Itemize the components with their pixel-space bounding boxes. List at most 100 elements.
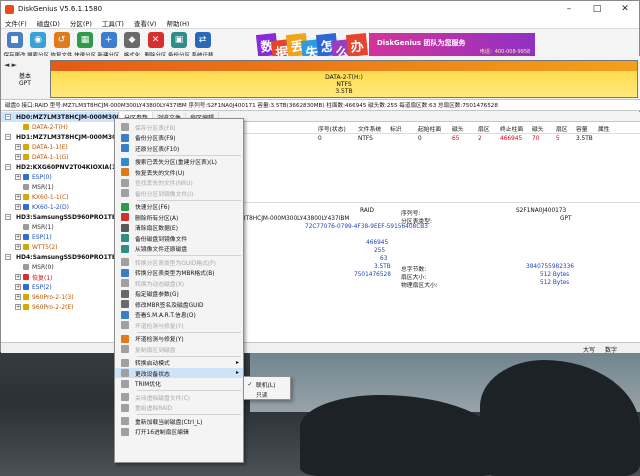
menu-item[interactable]: 工具(T) <box>102 18 124 28</box>
menu-item: 重组虚拟RAID <box>115 403 243 413</box>
menu-item[interactable]: TRIM优化 <box>115 379 243 389</box>
tree-partition[interactable]: DATA-2-T(H) <box>1 122 118 132</box>
tree-partition[interactable]: MSR(1) <box>1 182 118 192</box>
menu-item[interactable]: 文件(F) <box>5 18 27 28</box>
tree-partition[interactable]: + ESP(0) <box>1 172 118 182</box>
column-header[interactable]: 磁头 <box>532 124 544 133</box>
submenu-item[interactable]: 只读 <box>244 389 290 399</box>
tree-partition[interactable]: + KX60-1-2(D) <box>1 202 118 212</box>
menu-item[interactable]: 恢复丢失的文件(U) <box>115 167 243 177</box>
tree-partition[interactable]: + ESP(2) <box>1 282 118 292</box>
tree-partition[interactable]: + 恢复(1) <box>1 272 118 282</box>
collapse-icon[interactable]: − <box>5 114 11 120</box>
expand-icon[interactable]: + <box>15 284 21 290</box>
tree-disk[interactable]: −HD1:MZ7LM3T8HCJM-000M300LY43800LY437IBM… <box>1 132 118 142</box>
expand-icon[interactable]: + <box>15 244 21 250</box>
table-cell: 70 <box>532 136 540 142</box>
minimize-button[interactable]: – <box>555 4 583 14</box>
toolbar-button-4[interactable]: ▦快速分区 <box>74 32 97 59</box>
tree-partition[interactable]: MSR(1) <box>1 222 118 232</box>
maximize-button[interactable]: □ <box>583 4 611 14</box>
menu-item[interactable]: 删除所有分区(A) <box>115 212 243 222</box>
tree-partition[interactable]: + ESP(1) <box>1 232 118 242</box>
menu-item[interactable]: 搜索已丢失分区(重建分区表)(L) <box>115 157 243 167</box>
column-header[interactable]: 扇区 <box>478 124 490 133</box>
menu-item-label: 从镜像文件还原磁盘 <box>135 247 188 253</box>
collapse-icon[interactable]: − <box>5 164 11 170</box>
submenu-item[interactable]: ✓ 联机(L) <box>244 379 290 389</box>
tree-partition[interactable]: MSR(0) <box>1 262 118 272</box>
column-header[interactable]: 扇区 <box>556 124 568 133</box>
menu-item[interactable]: 转换启动模式 ▸ <box>115 358 243 368</box>
menu-item[interactable]: 查看S.M.A.R.T.信息(O) <box>115 310 243 320</box>
tree-disk[interactable]: −HD4:SamsungSSD960PRO1TB(954GB) <box>1 252 118 262</box>
column-header[interactable]: 终止柱面 <box>500 124 523 133</box>
expand-icon[interactable]: + <box>15 304 21 310</box>
tree-disk[interactable]: −HD2:KXG60PNV2T04KIOXIA(1908GB) <box>1 162 118 172</box>
toolbar-button-5[interactable]: +新建分区 <box>97 32 120 59</box>
tree-disk[interactable]: −HD0:MZ7LM3T8HCJM-000M300LY43800LY437IBM… <box>1 112 118 122</box>
expand-icon[interactable]: + <box>15 154 21 160</box>
menu-item[interactable]: 备份分区表(F9) <box>115 133 243 143</box>
tree-disk[interactable]: −HD3:SamsungSSD960PRO1TB(954GB) <box>1 212 118 222</box>
partition-block[interactable]: DATA-2-T(H:) NTFS 3.5TB <box>51 71 637 97</box>
tree-partition[interactable]: + DATA-1-1(G) <box>1 152 118 162</box>
column-header[interactable]: 起始柱面 <box>418 124 441 133</box>
expand-icon[interactable]: + <box>15 174 21 180</box>
partition-bar[interactable]: DATA-2-T(H:) NTFS 3.5TB <box>50 60 638 98</box>
menu-item[interactable]: 从镜像文件还原磁盘 <box>115 244 243 254</box>
column-header[interactable]: 文件系统 <box>358 124 381 133</box>
collapse-icon[interactable]: − <box>5 254 11 260</box>
menu-item[interactable]: 更改设备状态 ▸ <box>115 368 243 378</box>
column-header[interactable]: 容量 <box>576 124 588 133</box>
menu-item[interactable]: 分区(P) <box>70 18 92 28</box>
menu-item[interactable]: 清除扇区数据(E) <box>115 223 243 233</box>
menu-item[interactable]: 备份磁盘到镜像文件 <box>115 233 243 243</box>
format-icon: ◆ <box>124 32 140 48</box>
toolbar-button-8[interactable]: ▣备份分区 <box>168 32 191 59</box>
menu-item[interactable]: 快速分区(F6) <box>115 202 243 212</box>
expand-icon[interactable]: + <box>15 234 21 240</box>
menu-item[interactable]: 打开16进制扇区编辑 <box>115 427 243 437</box>
collapse-icon[interactable]: − <box>5 134 11 140</box>
toolbar-button-9[interactable]: ⇄系统迁移 <box>191 32 214 59</box>
menu-item[interactable]: 指定磁盘参数(G) <box>115 289 243 299</box>
menu-item-label: 备份磁盘到镜像文件 <box>135 236 188 243</box>
column-header[interactable]: 磁头 <box>452 124 464 133</box>
menu-item-label: 坏道检测与修复(Y) <box>135 323 184 330</box>
expand-icon[interactable]: + <box>15 274 21 280</box>
tree-partition[interactable]: +960Pro-2-1(3) <box>1 292 118 302</box>
tree-partition[interactable]: + KX60-1-1(C) <box>1 192 118 202</box>
expand-icon[interactable]: + <box>15 204 21 210</box>
column-header[interactable]: 标识 <box>390 124 402 133</box>
tree-partition[interactable]: +960Pro-2-2(E) <box>1 302 118 312</box>
toolbar-button-1[interactable]: ■保存更改 <box>3 32 26 59</box>
expand-icon[interactable]: + <box>15 144 21 150</box>
menu-item[interactable]: 修改MBR签名及磁盘GUID <box>115 299 243 309</box>
menu-item[interactable]: 还原分区表(F10) <box>115 143 243 153</box>
column-header[interactable]: 属性 <box>598 124 610 133</box>
partition-block-fs: NTFS <box>336 80 352 88</box>
toolbar-button-7[interactable]: ✕删除分区 <box>144 32 167 59</box>
menu-item[interactable]: 帮助(H) <box>166 18 189 28</box>
expand-icon[interactable]: + <box>15 194 21 200</box>
tree-label: HD3:SamsungSSD960PRO1TB(954GB) <box>16 213 118 221</box>
disk-tree[interactable]: −HD0:MZ7LM3T8HCJM-000M300LY43800LY437IBM… <box>1 112 119 342</box>
tree-partition[interactable]: + WTT5(2) <box>1 242 118 252</box>
toolbar-button-6[interactable]: ◆格式化 <box>121 32 144 59</box>
tree-partition[interactable]: + DATA-1-1(E) <box>1 142 118 152</box>
menu-item[interactable]: 查看(V) <box>134 18 157 28</box>
menu-item[interactable]: 坏道检测与修复(Y) <box>115 334 243 344</box>
disk-nav-arrows[interactable]: ◄ ► <box>4 61 17 69</box>
collapse-icon[interactable]: − <box>5 214 11 220</box>
status-bar: 大写 数字 <box>1 342 640 354</box>
menu-item[interactable]: 重新加载当前磁盘(Ctrl_L) <box>115 416 243 426</box>
menu-item[interactable]: 转换分区表类型为MBR格式(B) <box>115 268 243 278</box>
column-header[interactable]: 序号(状态) <box>318 124 346 133</box>
menu-item[interactable]: 磁盘(D) <box>37 18 60 28</box>
close-button[interactable]: ✕ <box>611 4 639 14</box>
toolbar-button-2[interactable]: ◉搜索分区 <box>27 32 50 59</box>
detail-ptype-label: 分区表类型: <box>401 219 432 225</box>
toolbar-button-3[interactable]: ↺恢复文件 <box>50 32 73 59</box>
expand-icon[interactable]: + <box>15 294 21 300</box>
